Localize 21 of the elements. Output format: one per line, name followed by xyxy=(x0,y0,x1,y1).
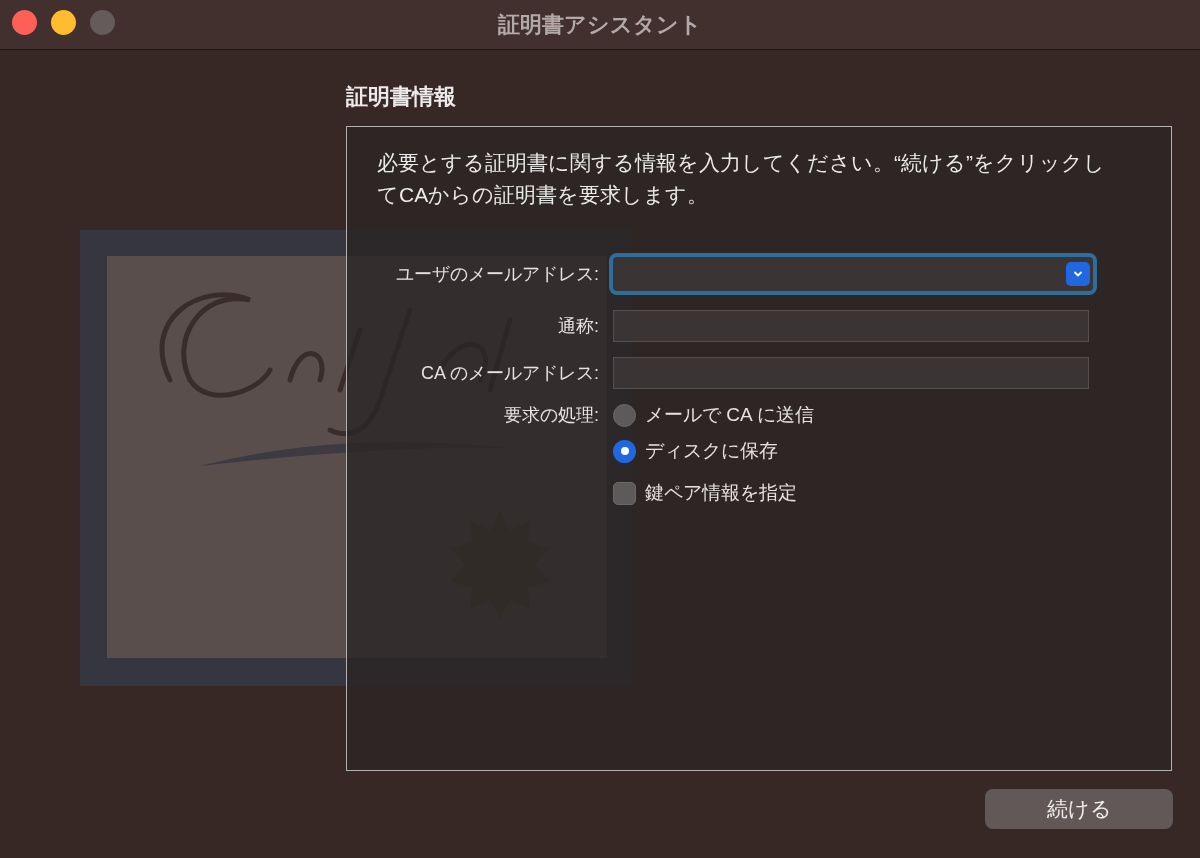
instructions-text: 必要とする証明書に関する情報を入力してください。“続ける”をクリックしてCAからの証明書を要求します。 xyxy=(377,150,1106,208)
zoom-icon xyxy=(90,10,115,35)
window-title: 証明書アシスタント xyxy=(498,11,702,39)
field-label: CA のメールアドレス: xyxy=(420,361,600,385)
option-label: メールで CA に送信 xyxy=(645,402,814,427)
option-label: 鍵ペア情報を指定 xyxy=(645,480,797,505)
radio-button[interactable] xyxy=(613,439,636,463)
text-input-field[interactable] xyxy=(613,357,1089,389)
option-label: ディスクに保存 xyxy=(645,438,778,463)
field-label: 要求の処理: xyxy=(503,404,600,427)
section-heading: 証明書情報 xyxy=(346,83,457,111)
minimize-icon[interactable] xyxy=(51,10,76,35)
text-input-field[interactable] xyxy=(613,310,1089,342)
field-label: ユーザのメールアドレス: xyxy=(395,262,600,286)
checkbox[interactable] xyxy=(613,481,636,505)
close-icon[interactable] xyxy=(12,10,37,35)
email-combo-field[interactable] xyxy=(609,253,1097,295)
radio-button[interactable] xyxy=(613,403,636,427)
field-label: 通称: xyxy=(557,314,600,338)
continue-button[interactable]: 続ける xyxy=(985,789,1173,829)
chevron-down-icon[interactable] xyxy=(1066,262,1090,286)
